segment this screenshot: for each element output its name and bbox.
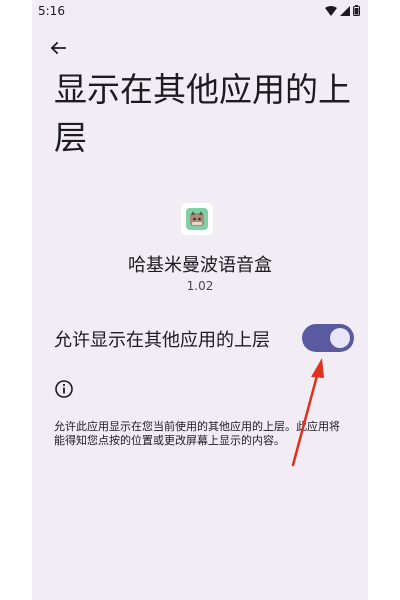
app-version: 1.02	[186, 279, 214, 293]
permission-label: 允许显示在其他应用的上层	[54, 330, 270, 351]
status-bar: 5:16	[32, 0, 368, 24]
settings-screen: 5:16 显示在其他应用的上层 哈基米曼波语音盒 1.02 允许显示在其他应用的…	[32, 0, 368, 600]
back-button[interactable]	[46, 36, 70, 60]
status-time: 5:16	[38, 4, 65, 18]
app-avatar-icon	[186, 208, 208, 230]
arrow-left-icon	[50, 41, 66, 55]
app-icon	[181, 203, 213, 235]
info-icon	[55, 380, 73, 398]
permission-toggle-row[interactable]: 允许显示在其他应用的上层	[32, 318, 368, 358]
toggle-thumb	[330, 328, 350, 348]
app-name: 哈基米曼波语音盒	[128, 255, 272, 276]
page-title: 显示在其他应用的上层	[54, 70, 351, 157]
wifi-icon	[325, 5, 337, 16]
signal-icon	[340, 5, 350, 16]
permission-description: 允许此应用显示在您当前使用的其他应用的上层。此应用将能得知您点按的位置或更改屏幕…	[54, 420, 340, 447]
permission-toggle[interactable]	[302, 324, 354, 352]
battery-icon	[353, 5, 360, 16]
status-icons	[325, 5, 360, 16]
